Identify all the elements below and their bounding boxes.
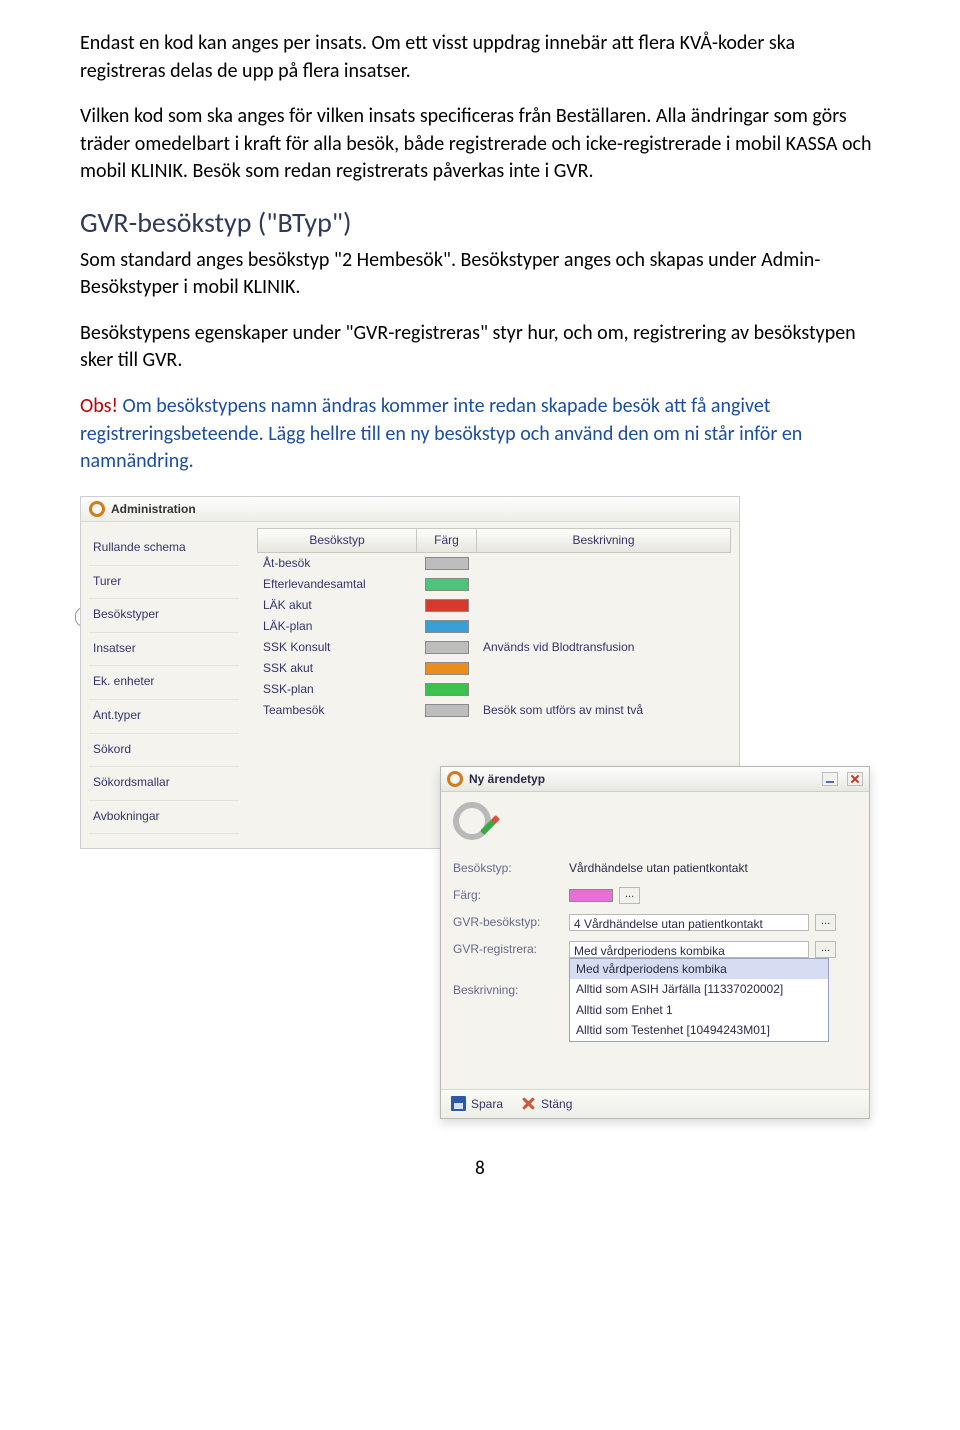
dropdown-option[interactable]: Alltid som Testenhet [10494243M01]: [570, 1020, 828, 1041]
cell-color: [417, 683, 477, 696]
sidebar-item[interactable]: Sökordsmallar: [89, 767, 239, 801]
label-besokstyp: Besökstyp:: [453, 860, 563, 877]
save-button[interactable]: Spara: [451, 1096, 503, 1113]
minimize-icon[interactable]: [822, 772, 838, 786]
input-gvrbesokstyp[interactable]: 4 Vårdhändelse utan patientkontakt: [569, 914, 809, 931]
cell-name: LÄK-plan: [257, 618, 417, 635]
table-body: Åt-besök Efterlevandesamtal LÄK akut LÄK-pl…: [257, 553, 731, 721]
sidebar-item[interactable]: Besökstyper: [89, 599, 239, 633]
cell-color: [417, 557, 477, 570]
dialog-title-text: Ny ärendetyp: [469, 771, 545, 788]
gear-icon: [447, 771, 463, 787]
cell-color: [417, 599, 477, 612]
cell-name: SSK-plan: [257, 681, 417, 698]
dialog-form: Besökstyp: Vårdhändelse utan patientkont…: [441, 860, 869, 1088]
dropdown-option[interactable]: Alltid som ASIH Järfälla [11337020002]: [570, 979, 828, 1000]
dropdown-option[interactable]: Alltid som Enhet 1: [570, 1000, 828, 1021]
color-swatch: [425, 620, 469, 633]
page-number: 8: [80, 1156, 880, 1182]
cell-name: Teambesök: [257, 702, 417, 719]
para-intro-1: Endast en kod kan anges per insats. Om e…: [80, 30, 880, 85]
sidebar-item[interactable]: Ek. enheter: [89, 666, 239, 700]
dialog-title-bar[interactable]: Ny ärendetyp: [441, 767, 869, 793]
gvrbesokstyp-picker-button[interactable]: ...: [815, 914, 836, 931]
heading-gvr-besokstyp: GVR-besökstyp ("BTyp"): [80, 204, 880, 243]
table-row[interactable]: LÄK akut: [257, 595, 731, 616]
color-picker-button[interactable]: ...: [619, 887, 640, 904]
row-gvrbesokstyp: GVR-besökstyp: 4 Vårdhändelse utan patie…: [453, 914, 857, 931]
close-x-icon: [521, 1096, 536, 1111]
label-gvrregistrera: GVR-registrera:: [453, 941, 563, 958]
sidebar-item[interactable]: Turer: [89, 566, 239, 600]
sidebar-item[interactable]: Avbokningar: [89, 801, 239, 835]
color-swatch: [425, 578, 469, 591]
cell-color: [417, 578, 477, 591]
label-gvrbesokstyp: GVR-besökstyp:: [453, 914, 563, 931]
color-swatch: [425, 557, 469, 570]
obs-label: Obs!: [80, 394, 118, 418]
admin-screenshot: Administration Rullande schemaTurerBesök…: [80, 496, 860, 1116]
cell-name: SSK Konsult: [257, 639, 417, 656]
col-beskrivning[interactable]: Beskrivning: [477, 528, 731, 553]
table-header: Besökstyp Färg Beskrivning: [257, 528, 731, 553]
admin-sidebar: Rullande schemaTurerBesökstyperInsatserE…: [89, 528, 239, 834]
value-besokstyp[interactable]: Vårdhändelse utan patientkontakt: [569, 860, 857, 877]
row-farg: Färg: ...: [453, 887, 857, 904]
admin-title-bar: Administration: [81, 497, 739, 523]
save-icon: [451, 1096, 466, 1111]
table-row[interactable]: Åt-besök: [257, 553, 731, 574]
cell-desc: Används vid Blodtransfusion: [477, 639, 731, 656]
sidebar-item[interactable]: Insatser: [89, 633, 239, 667]
table-row[interactable]: SSK-plan: [257, 679, 731, 700]
dropdown-option[interactable]: Med vårdperiodens kombika: [570, 959, 828, 980]
para-besokstyp-1: Som standard anges besökstyp "2 Hembesök…: [80, 247, 880, 302]
label-farg: Färg:: [453, 887, 563, 904]
para-intro-2: Vilken kod som ska anges för vilken insa…: [80, 103, 880, 186]
sidebar-item[interactable]: Ant.typer: [89, 700, 239, 734]
color-swatch[interactable]: [569, 889, 613, 902]
close-icon[interactable]: [847, 772, 863, 786]
close-button[interactable]: Stäng: [521, 1096, 572, 1113]
cell-name: LÄK akut: [257, 597, 417, 614]
color-swatch: [425, 641, 469, 654]
cell-desc: Besök som utförs av minst två: [477, 702, 731, 719]
col-farg[interactable]: Färg: [417, 528, 477, 553]
cell-name: Efterlevandesamtal: [257, 576, 417, 593]
color-swatch: [425, 704, 469, 717]
cell-name: SSK akut: [257, 660, 417, 677]
cell-color: [417, 641, 477, 654]
dialog-footer: Spara Stäng: [441, 1089, 869, 1119]
table-row[interactable]: SSK Konsult Används vid Blodtransfusion: [257, 637, 731, 658]
save-label: Spara: [471, 1096, 503, 1113]
gvrregistrera-dropdown[interactable]: Med vårdperiodens kombikaAlltid som ASIH…: [569, 958, 829, 1042]
cell-color: [417, 704, 477, 717]
close-label: Stäng: [541, 1096, 572, 1113]
gvrregistrera-picker-button[interactable]: ...: [815, 941, 836, 958]
admin-title-text: Administration: [111, 501, 196, 518]
cell-color: [417, 662, 477, 675]
col-besokstyp[interactable]: Besökstyp: [257, 528, 417, 553]
dialog-icon-area: [441, 792, 869, 860]
label-beskrivning: Beskrivning:: [453, 982, 563, 999]
table-row[interactable]: LÄK-plan: [257, 616, 731, 637]
para-obs: Obs! Om besökstypens namn ändras kommer …: [80, 393, 880, 476]
table-row[interactable]: SSK akut: [257, 658, 731, 679]
sidebar-item[interactable]: Rullande schema: [89, 532, 239, 566]
gear-icon: [89, 501, 105, 517]
table-row[interactable]: Efterlevandesamtal: [257, 574, 731, 595]
sidebar-item[interactable]: Sökord: [89, 734, 239, 768]
cell-color: [417, 620, 477, 633]
color-swatch: [425, 662, 469, 675]
dialog-ny-arendetyp: Ny ärendetyp Besökstyp: Vårdhändelse uta…: [440, 766, 870, 1119]
row-besokstyp: Besökstyp: Vårdhändelse utan patientkont…: [453, 860, 857, 877]
color-swatch: [425, 683, 469, 696]
color-swatch: [425, 599, 469, 612]
para-besokstyp-2: Besökstypens egenskaper under "GVR-regis…: [80, 320, 880, 375]
settings-edit-icon: [453, 802, 497, 846]
input-gvrregistrera[interactable]: Med vårdperiodens kombika: [569, 941, 809, 958]
obs-text: Om besökstypens namn ändras kommer inte …: [80, 394, 802, 473]
table-row[interactable]: Teambesök Besök som utförs av minst två: [257, 700, 731, 721]
cell-name: Åt-besök: [257, 555, 417, 572]
